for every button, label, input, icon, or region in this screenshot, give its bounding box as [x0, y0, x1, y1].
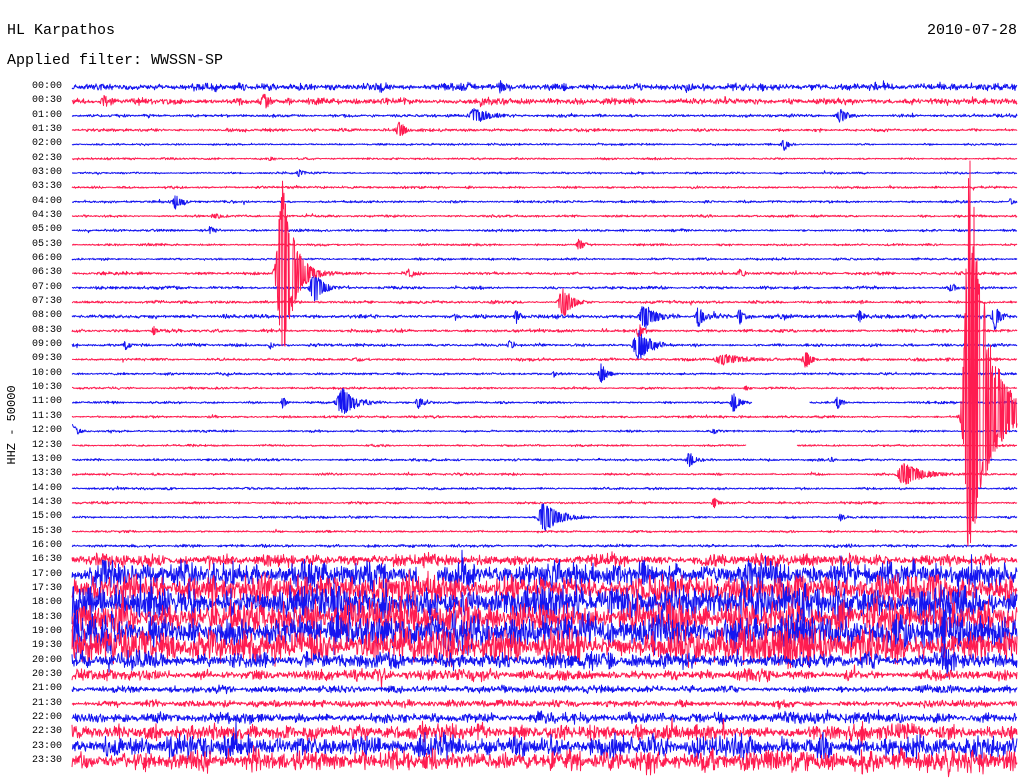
time-label-01-30: 01:30 — [31, 124, 62, 136]
trace-13-00 — [71, 453, 1018, 467]
trace-21-30 — [71, 698, 1018, 710]
time-label-18-00: 18:00 — [31, 597, 62, 609]
trace-04-30 — [71, 213, 1018, 219]
time-label-15-00: 15:00 — [31, 511, 62, 523]
time-label-02-00: 02:00 — [31, 138, 62, 150]
trace-02-30 — [71, 156, 1018, 161]
trace-10-00 — [71, 363, 1018, 383]
trace-21-00 — [71, 684, 1018, 695]
time-label-12-30: 12:30 — [31, 439, 62, 451]
time-label-10-30: 10:30 — [31, 382, 62, 394]
time-label-19-30: 19:30 — [31, 640, 62, 652]
time-label-11-30: 11:30 — [31, 410, 62, 422]
trace-07-30 — [71, 288, 1018, 316]
time-label-12-00: 12:00 — [31, 425, 62, 437]
time-label-09-30: 09:30 — [31, 353, 62, 365]
time-label-03-00: 03:00 — [31, 167, 62, 179]
time-label-08-00: 08:00 — [31, 310, 62, 322]
time-label-08-30: 08:30 — [31, 324, 62, 336]
time-label-01-00: 01:00 — [31, 109, 62, 121]
trace-06-00 — [71, 257, 1018, 261]
time-label-06-00: 06:00 — [31, 253, 62, 265]
time-label-16-00: 16:00 — [31, 539, 62, 551]
time-label-10-00: 10:00 — [31, 367, 62, 379]
time-label-14-30: 14:30 — [31, 496, 62, 508]
trace-16-00 — [71, 543, 1018, 549]
time-label-15-30: 15:30 — [31, 525, 62, 537]
time-label-09-00: 09:00 — [31, 339, 62, 351]
time-label-13-30: 13:30 — [31, 468, 62, 480]
trace-09-30 — [71, 352, 1018, 368]
time-label-22-30: 22:30 — [31, 726, 62, 738]
trace-09-00 — [71, 330, 1018, 360]
time-label-18-30: 18:30 — [31, 611, 62, 623]
time-label-23-00: 23:00 — [31, 740, 62, 752]
trace-08-30 — [71, 324, 1018, 338]
trace-06-30 — [71, 180, 1017, 347]
date-label: 2010-07-28 — [926, 22, 1017, 39]
trace-01-30 — [71, 121, 1018, 136]
trace-03-00 — [72, 169, 1018, 177]
trace-07-00 — [71, 272, 1018, 302]
time-label-16-30: 16:30 — [31, 554, 62, 566]
trace-14-00 — [71, 485, 1018, 491]
trace-15-00 — [71, 503, 1018, 532]
trace-02-00 — [71, 139, 1018, 151]
trace-20-30 — [71, 664, 1018, 688]
trace-22-00 — [71, 709, 1018, 725]
seismogram-plot — [71, 80, 1018, 778]
time-label-05-00: 05:00 — [31, 224, 62, 236]
time-label-20-30: 20:30 — [31, 668, 62, 680]
trace-12-30 — [71, 443, 1018, 448]
trace-00-00 — [71, 80, 1018, 94]
trace-00-30 — [71, 93, 1018, 109]
time-label-22-00: 22:00 — [31, 711, 62, 723]
trace-10-30 — [71, 385, 1018, 391]
time-label-02-30: 02:30 — [31, 152, 62, 164]
time-label-column: 00:00 00:30 01:00 01:30 02:00 02:30 03:00 03:30… — [0, 0, 70, 780]
time-label-05-30: 05:30 — [31, 238, 62, 250]
trace-11-00 — [72, 388, 1018, 414]
time-label-13-00: 13:00 — [31, 453, 62, 465]
time-label-07-30: 07:30 — [31, 296, 62, 308]
trace-05-00 — [71, 226, 1018, 235]
trace-01-00 — [71, 108, 1018, 123]
trace-08-00 — [71, 306, 1018, 330]
trace-03-30 — [71, 184, 1018, 191]
time-label-03-30: 03:30 — [31, 181, 62, 193]
time-label-04-00: 04:00 — [31, 195, 62, 207]
trace-04-00 — [72, 195, 1018, 210]
time-label-11-00: 11:00 — [31, 396, 62, 408]
trace-14-30 — [71, 497, 1018, 509]
time-label-20-00: 20:00 — [31, 654, 62, 666]
time-label-00-30: 00:30 — [31, 95, 62, 107]
time-label-21-00: 21:00 — [31, 683, 62, 695]
time-label-07-00: 07:00 — [31, 281, 62, 293]
time-label-23-30: 23:30 — [31, 754, 62, 766]
trace-group — [71, 80, 1018, 778]
time-label-21-30: 21:30 — [31, 697, 62, 709]
time-label-04-30: 04:30 — [31, 210, 62, 222]
time-label-14-00: 14:00 — [31, 482, 62, 494]
trace-13-30 — [71, 463, 1018, 485]
time-label-17-30: 17:30 — [31, 582, 62, 594]
time-label-00-00: 00:00 — [31, 81, 62, 92]
time-label-06-30: 06:30 — [31, 267, 62, 279]
trace-12-00 — [72, 424, 1018, 435]
trace-05-30 — [72, 238, 1018, 250]
time-label-19-00: 19:00 — [31, 625, 62, 637]
time-label-17-00: 17:00 — [31, 568, 62, 580]
